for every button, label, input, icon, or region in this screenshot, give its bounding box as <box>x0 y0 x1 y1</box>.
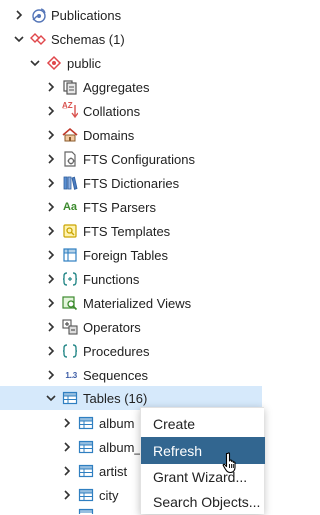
table-icon <box>78 415 94 431</box>
tree-item-operators[interactable]: Operators <box>0 315 262 339</box>
tree-item-fts-dictionaries[interactable]: FTS Dictionaries <box>0 171 262 195</box>
chevron-right-icon[interactable] <box>46 130 56 140</box>
chevron-right-icon[interactable] <box>46 370 56 380</box>
collations-icon-glyph: A̲Z <box>62 101 73 110</box>
sequence-icon-glyph: 1..3 <box>65 370 77 380</box>
tree-item-foreign-tables[interactable]: Foreign Tables <box>0 243 262 267</box>
chevron-right-icon[interactable] <box>46 322 56 332</box>
fts-template-icon <box>62 223 78 239</box>
fts-dictionaries-icon <box>62 175 78 191</box>
tree-item-label: Materialized Views <box>83 295 192 311</box>
chevron-right-icon[interactable] <box>62 466 72 476</box>
tree-item-label: album_ <box>99 439 142 455</box>
tables-icon <box>62 390 78 406</box>
schema-icon <box>46 55 62 71</box>
tree-item-label: Foreign Tables <box>83 247 169 263</box>
tree-item-label: Tables (16) <box>83 390 148 406</box>
menu-item-create[interactable]: Create <box>141 410 265 437</box>
tree-item-label: Collations <box>83 103 141 119</box>
tree-item-fts-templates[interactable]: FTS Templates <box>0 219 262 243</box>
table-icon <box>78 507 94 514</box>
fts-parser-icon: Aa <box>62 199 78 215</box>
fts-parser-icon-glyph: Aa <box>62 201 78 213</box>
foreign-table-icon <box>62 247 78 263</box>
tree-item-sequences[interactable]: 1..3 Sequences <box>0 363 262 387</box>
tree-item-label: Aggregates <box>83 79 150 95</box>
menu-item-grant-wizard[interactable]: Grant Wizard... <box>141 463 265 490</box>
context-menu: Create Refresh Grant Wizard... Search Ob… <box>140 407 265 515</box>
functions-icon <box>62 271 78 287</box>
tree-item-schemas[interactable]: Schemas (1) <box>0 27 262 51</box>
domains-icon <box>62 127 78 143</box>
tree-item-label: city <box>99 487 119 503</box>
tree-item-label: album <box>99 415 135 431</box>
tree-item-label: FTS Templates <box>83 223 171 239</box>
tree-item-fts-configurations[interactable]: FTS Configurations <box>0 147 262 171</box>
tree-item-fts-parsers[interactable]: Aa FTS Parsers <box>0 195 262 219</box>
tree-item-public-schema[interactable]: public <box>0 51 262 75</box>
fts-configuration-icon <box>62 151 78 167</box>
menu-item-search-objects[interactable]: Search Objects... <box>141 488 265 515</box>
aggregates-icon <box>62 79 78 95</box>
tree-item-label: FTS Dictionaries <box>83 175 180 191</box>
procedures-icon <box>62 343 78 359</box>
collations-icon: A̲Z <box>62 101 78 119</box>
tree-item-aggregates[interactable]: Aggregates <box>0 75 262 99</box>
tree-item-domains[interactable]: Domains <box>0 123 262 147</box>
hand-pointer-cursor-icon <box>222 452 236 474</box>
tree-item-label: Schemas (1) <box>51 31 125 47</box>
chevron-down-icon[interactable] <box>14 34 24 44</box>
chevron-right-icon[interactable] <box>46 202 56 212</box>
menu-item-refresh[interactable]: Refresh <box>141 437 265 464</box>
tree-item-procedures[interactable]: Procedures <box>0 339 262 363</box>
tree-item-label: Operators <box>83 319 141 335</box>
materialized-view-icon <box>62 295 78 311</box>
chevron-right-icon[interactable] <box>62 442 72 452</box>
chevron-right-icon[interactable] <box>46 106 56 116</box>
chevron-right-icon[interactable] <box>46 274 56 284</box>
schemas-icon <box>30 31 46 47</box>
operators-icon <box>62 319 78 335</box>
chevron-down-icon[interactable] <box>30 58 40 68</box>
tree-item-label: artist <box>99 463 128 479</box>
chevron-right-icon[interactable] <box>46 298 56 308</box>
tree-item-label: Functions <box>83 271 140 287</box>
chevron-right-icon[interactable] <box>62 490 72 500</box>
chevron-right-icon[interactable] <box>46 250 56 260</box>
tree-item-materialized-views[interactable]: Materialized Views <box>0 291 262 315</box>
table-icon <box>78 439 94 455</box>
tree-item-label: FTS Configurations <box>83 151 195 167</box>
tree-item-functions[interactable]: Functions <box>0 267 262 291</box>
tree-item-label: Procedures <box>83 343 150 359</box>
publication-icon <box>30 7 46 23</box>
tree-item-label: Sequences <box>83 367 149 383</box>
table-icon <box>78 463 94 479</box>
tree-item-publications[interactable]: Publications <box>0 3 262 27</box>
chevron-right-icon[interactable] <box>46 82 56 92</box>
chevron-right-icon[interactable] <box>46 178 56 188</box>
chevron-right-icon[interactable] <box>62 418 72 428</box>
tree-item-label: public <box>67 55 101 71</box>
tree-item-label: Publications <box>51 7 122 23</box>
tree-item-label: Domains <box>83 127 135 143</box>
tree-item-collations[interactable]: A̲Z Collations <box>0 99 262 123</box>
tree-item-label: FTS Parsers <box>83 199 156 215</box>
table-icon <box>78 487 94 503</box>
sequence-icon: 1..3 <box>62 367 80 383</box>
chevron-right-icon[interactable] <box>46 346 56 356</box>
chevron-down-icon[interactable] <box>46 393 56 403</box>
chevron-right-icon[interactable] <box>14 10 24 20</box>
chevron-right-icon[interactable] <box>46 226 56 236</box>
chevron-right-icon[interactable] <box>46 154 56 164</box>
